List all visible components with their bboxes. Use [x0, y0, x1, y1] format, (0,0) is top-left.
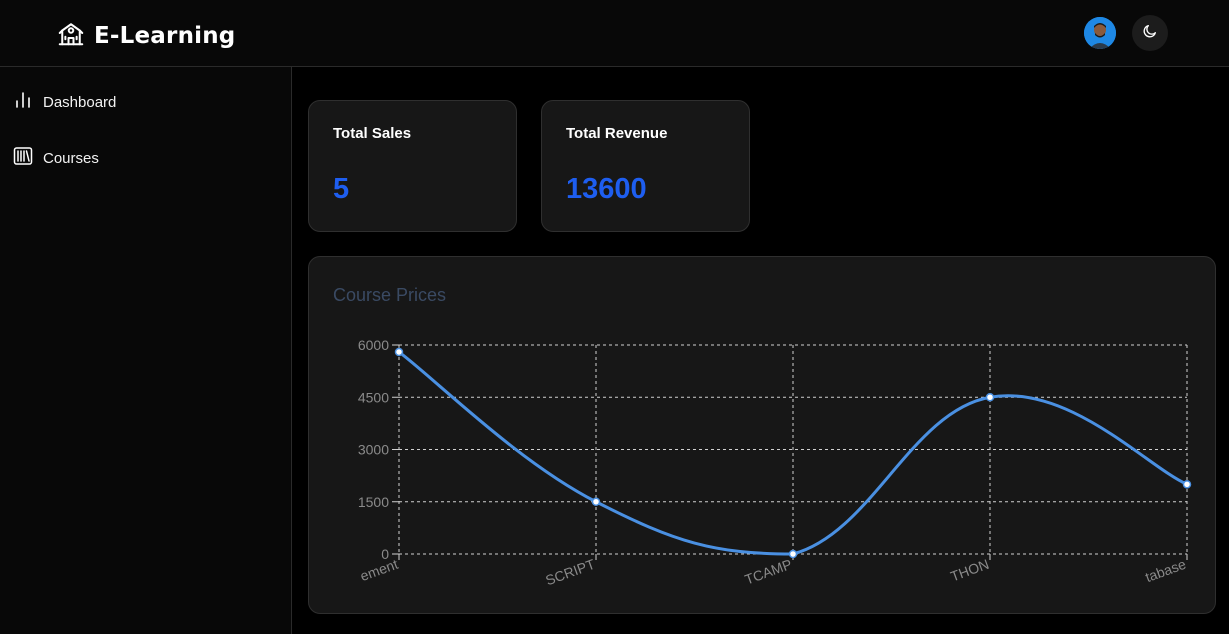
total-revenue-label: Total Revenue — [566, 125, 668, 142]
moon-icon — [1142, 23, 1158, 44]
app-title: E-Learning — [94, 22, 236, 49]
data-point — [985, 393, 995, 402]
library-icon — [13, 146, 33, 170]
total-revenue-value: 13600 — [566, 173, 647, 205]
x-tick-label: tabase — [1143, 556, 1188, 585]
sidebar: Dashboard Courses — [0, 67, 292, 634]
total-sales-label: Total Sales — [333, 125, 412, 142]
x-tick-label: SCRIPT — [543, 556, 597, 589]
sidebar-item-label: Dashboard — [43, 93, 117, 111]
sidebar-item-dashboard[interactable]: Dashboard — [13, 90, 116, 114]
brand[interactable]: E-Learning — [56, 18, 235, 53]
x-tick-label: ement — [358, 556, 400, 584]
sidebar-item-label: Courses — [43, 149, 99, 167]
bar-chart-icon — [13, 90, 33, 114]
theme-toggle-button[interactable] — [1132, 15, 1168, 51]
x-tick-label: TCAMP — [743, 556, 795, 588]
x-tick-label: THON — [948, 556, 991, 585]
data-point — [1182, 480, 1192, 489]
avatar[interactable] — [1084, 17, 1116, 49]
y-tick-label: 3000 — [358, 442, 389, 458]
total-revenue-card: Total Revenue 13600 — [541, 100, 750, 232]
school-building-icon — [56, 18, 86, 53]
y-tick-label: 6000 — [358, 337, 389, 353]
data-point — [788, 549, 798, 559]
total-sales-value: 5 — [333, 173, 350, 205]
total-sales-card: Total Sales 5 — [308, 100, 517, 232]
top-bar: E-Learning — [0, 0, 1229, 67]
course-prices-card: Course Prices 0 1500 3000 4500 6000 ement SCRI… — [308, 256, 1216, 614]
data-point — [591, 497, 601, 506]
y-tick-label: 1500 — [358, 494, 389, 510]
course-prices-chart: 01500300045006000ement SCRIPT TCAMP THON tab… — [358, 337, 1192, 589]
sidebar-item-courses[interactable]: Courses — [13, 146, 99, 170]
y-tick-label: 4500 — [358, 389, 389, 405]
data-point — [394, 347, 404, 357]
